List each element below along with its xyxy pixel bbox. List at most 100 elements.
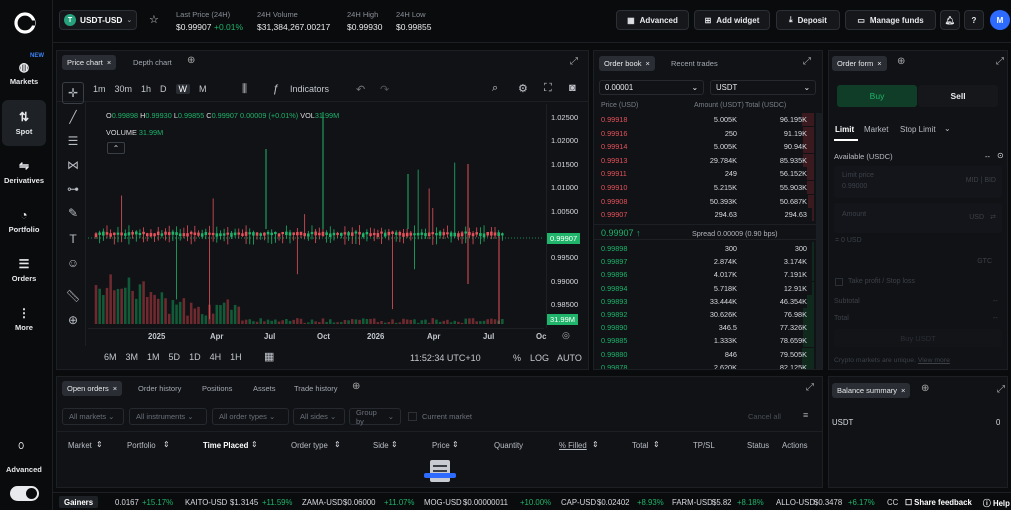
col-filled[interactable]: % Filled [559,441,587,450]
gainers-label[interactable]: Gainers [59,496,99,508]
star-icon[interactable]: ☆ [149,13,159,26]
range-4h[interactable]: 4H [210,352,222,362]
tab-positions[interactable]: Positions [197,381,237,396]
bid-row[interactable]: 0.99878 2.620K 82.125K [594,360,814,369]
col-time-placed[interactable]: Time Placed [203,441,248,450]
scale-settings-icon[interactable]: ◎ [562,330,570,341]
col-total[interactable]: Total [632,441,648,450]
filter-instruments[interactable]: All instruments ⌄ [129,408,207,425]
close-icon[interactable]: × [646,59,650,68]
close-icon[interactable]: × [877,59,881,68]
sell-tab[interactable]: Sell [918,85,998,107]
mid-bid-toggle[interactable]: MID | BID [966,177,996,184]
trend-line-icon[interactable]: ╱ [62,106,84,128]
filter-order-types[interactable]: All order types ⌄ [212,408,289,425]
sort-icon[interactable]: ⇕ [452,440,459,449]
tab-open-orders[interactable]: Open orders × [62,381,123,396]
interval-d[interactable]: D [160,84,167,94]
interval-1h[interactable]: 1h [141,84,151,94]
fib-icon[interactable]: ⊶ [62,178,84,200]
filter-markets[interactable]: All markets ⌄ [62,408,124,425]
range-1d[interactable]: 1D [189,352,201,362]
tab-depth-chart[interactable]: Depth chart [128,55,177,70]
view-more-link[interactable]: View more [918,357,950,364]
coinbase-logo[interactable] [14,12,36,34]
order-type-limit[interactable]: Limit [835,125,854,134]
submit-order-button[interactable]: Buy USDT [834,329,1002,347]
expand-icon[interactable]: ⤢ [806,382,814,393]
tab-assets[interactable]: Assets [248,381,281,396]
scrollbar[interactable] [816,113,822,369]
ask-row[interactable]: 0.99916 250 91.19K [594,126,814,141]
col-actions[interactable]: Actions [782,441,808,450]
range-1m[interactable]: 1M [147,352,160,362]
tab-order-book[interactable]: Order book × [599,56,655,71]
col-side[interactable]: Side [373,441,389,450]
col-order-type[interactable]: Order type [291,441,328,450]
indicators-button[interactable]: Indicators [290,84,329,94]
bid-row[interactable]: 0.99898 300 300 [594,242,814,256]
interval-30m[interactable]: 30m [115,84,133,94]
fullscreen-icon[interactable]: ⛶ [544,82,552,95]
help-link[interactable]: ⓘ Help [979,493,1011,510]
expand-icon[interactable]: ⤢ [996,56,1004,67]
expand-icon[interactable]: ⤢ [997,384,1005,395]
col-price[interactable]: Price [432,441,450,450]
buy-tab[interactable]: Buy [837,85,917,107]
ticker-symbol[interactable]: CAP-USD [561,498,596,507]
percent-toggle[interactable]: % [513,353,521,363]
help-button[interactable]: ? [964,10,984,30]
nav-spot[interactable]: ⇅ Spot [2,100,46,146]
ticker-symbol[interactable]: KAITO-USD [185,498,227,507]
nav-markets[interactable]: NEW ◍ Markets [2,50,46,96]
interval-1m[interactable]: 1m [93,84,106,94]
sort-icon[interactable]: ⇕ [592,440,599,449]
ticker-symbol[interactable]: FARM-USD [672,498,713,507]
target-icon[interactable]: ⊙ [997,151,1004,160]
bid-row[interactable]: 0.99880 846 79.505K [594,347,814,362]
time-in-force-select[interactable]: GTC [834,254,1002,270]
col-status[interactable]: Status [747,441,769,450]
pair-selector[interactable]: T USDT-USD ⌄ [59,10,137,30]
settings-icon[interactable]: ⚙ [518,82,528,95]
ruler-icon[interactable]: 📏︎ [62,285,84,307]
manage-funds-button[interactable]: ▭ Manage funds [845,10,936,30]
ticker-symbol[interactable]: ALLO-USD [776,498,815,507]
auto-toggle[interactable]: AUTO [557,353,582,363]
camera-icon[interactable]: ◙ [569,82,576,94]
sort-icon[interactable]: ⇕ [163,440,170,449]
sort-icon[interactable]: ⇕ [334,440,341,449]
add-tab-icon[interactable]: ⊕ [187,55,195,66]
redo-icon[interactable]: ↷ [380,83,389,96]
increment-select[interactable]: 0.00001 ⌄ [599,80,704,95]
sort-icon[interactable]: ⇕ [251,440,258,449]
bid-row[interactable]: 0.99885 1.333K 78.659K [594,334,814,348]
sort-icon[interactable]: ⇕ [96,440,103,449]
bid-row[interactable]: 0.99890 346.5 77.326K [594,321,814,335]
tab-trade-history[interactable]: Trade history [289,381,343,396]
notifications-button[interactable]: 🔔︎ [940,10,960,30]
search-icon[interactable]: ⌕ [492,82,498,95]
bid-row[interactable]: 0.99896 4.017K 7.191K [594,268,814,282]
nav-more[interactable]: ⋮ More [2,296,46,342]
range-1h[interactable]: 1H [230,352,242,362]
ask-row[interactable]: 0.99913 29.784K 85.935K [594,153,814,168]
range-3m[interactable]: 3M [126,352,139,362]
amount-input[interactable]: Amount USD ⇄ [834,203,1002,233]
sort-icon[interactable]: ⇕ [391,440,398,449]
tab-order-history[interactable]: Order history [133,381,186,396]
interval-m[interactable]: M [199,84,207,94]
col-quantity[interactable]: Quantity [494,441,523,450]
filter-group-by[interactable]: Group by ⌄ [349,408,401,426]
add-tab-icon[interactable]: ⊕ [352,381,360,392]
pattern-icon[interactable]: ⋈ [62,154,84,176]
swap-icon[interactable]: ⇄ [990,213,996,221]
brush-icon[interactable]: ✎ [62,202,84,224]
log-toggle[interactable]: LOG [530,353,549,363]
calendar-icon[interactable]: ▦ [264,350,274,363]
bid-row[interactable]: 0.99893 33.444K 46.354K [594,294,814,309]
col-portfolio[interactable]: Portfolio [127,441,156,450]
zoom-in-icon[interactable]: ⊕ [62,309,84,331]
add-widget-button[interactable]: ⊞ Add widget [694,10,770,30]
nav-portfolio[interactable]: ◔ Portfolio [2,198,46,244]
